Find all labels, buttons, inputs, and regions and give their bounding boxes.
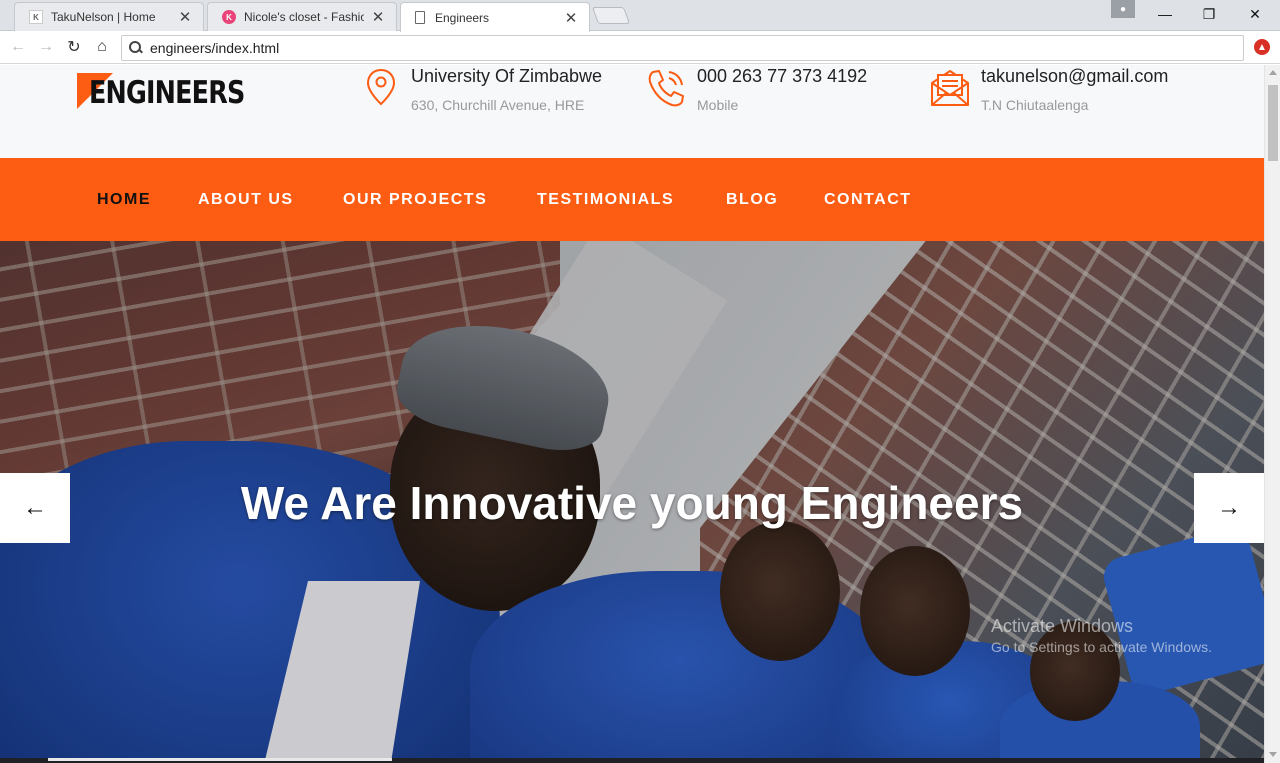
logo-text: ENGINEERS [89, 75, 245, 111]
nav-contact[interactable]: CONTACT [824, 191, 912, 209]
back-icon[interactable]: ← [7, 36, 29, 58]
taskbar-edge [0, 758, 1264, 763]
forward-icon[interactable]: → [35, 36, 57, 58]
slider-prev-button[interactable]: ← [0, 473, 70, 543]
profile-icon[interactable]: ● [1111, 0, 1135, 18]
scrollbar-thumb[interactable] [1268, 85, 1278, 161]
scroll-down-icon[interactable] [1269, 752, 1277, 757]
phone-icon [648, 70, 684, 107]
watermark-line1: Activate Windows [991, 616, 1134, 636]
site-logo[interactable]: ENGINEERS [77, 73, 279, 113]
contact-email: takunelson@gmail.com T.N Chiutaalenga [930, 65, 1220, 158]
contact-address: University Of Zimbabwe 630, Churchill Av… [364, 65, 634, 158]
close-tab-icon[interactable]: ✕ [563, 9, 579, 27]
arrow-left-icon: ← [23, 494, 47, 521]
location-pin-icon [366, 68, 396, 106]
browser-toolbar: ← → ↻ ⌂ engineers/index.html ▲ [0, 31, 1280, 64]
watermark-line2: Go to Settings to activate Windows. [991, 639, 1212, 655]
nav-testimonials[interactable]: TESTIMONIALS [537, 191, 674, 209]
contact-email-sub: T.N Chiutaalenga [981, 97, 1089, 113]
site-favicon-icon: K [29, 10, 43, 24]
contact-phone-sub: Mobile [697, 97, 739, 113]
contact-phone: 000 263 77 373 4192 Mobile [645, 65, 905, 158]
url-text: engineers/index.html [150, 40, 280, 56]
site-favicon-icon: K [222, 10, 236, 24]
hero-caption-post: young Engineers [637, 477, 1024, 529]
minimize-icon[interactable]: — [1142, 0, 1188, 28]
nav-our-projects[interactable]: OUR PROJECTS [343, 191, 487, 209]
close-tab-icon[interactable]: ✕ [370, 8, 386, 26]
hero-caption-pre: We Are [240, 477, 410, 529]
nav-home[interactable]: HOME [97, 191, 151, 209]
reload-icon[interactable]: ↻ [63, 36, 85, 58]
page-icon [415, 11, 425, 24]
extension-icon[interactable]: ▲ [1254, 39, 1270, 55]
hero-caption-bold: Innovative [409, 477, 638, 529]
close-tab-icon[interactable]: ✕ [177, 8, 193, 26]
browser-tab[interactable]: K Nicole's closet - Fashion ✕ [207, 2, 397, 31]
browser-tab-strip: K TakuNelson | Home ✕ K Nicole's closet … [0, 0, 1280, 32]
taskbar-highlight [48, 758, 392, 761]
hero-caption: We Are Innovative young Engineers [0, 476, 1264, 530]
contact-address-main: University Of Zimbabwe [411, 66, 603, 86]
contact-phone-main: 000 263 77 373 4192 [697, 66, 868, 86]
main-navigation: HOME ABOUT US OUR PROJECTS TESTIMONIALS … [0, 158, 1264, 241]
address-bar[interactable]: engineers/index.html [121, 35, 1244, 61]
hero-slider: We Are Innovative young Engineers ← → [0, 241, 1264, 763]
header-topbar: ENGINEERS University Of Zimbabwe 630, Ch… [0, 65, 1264, 158]
browser-tab[interactable]: K TakuNelson | Home ✕ [14, 2, 204, 31]
home-icon[interactable]: ⌂ [91, 36, 113, 58]
contact-address-sub: 630, Churchill Avenue, HRE [411, 97, 585, 113]
slider-next-button[interactable]: → [1194, 473, 1264, 543]
search-icon [128, 40, 144, 56]
scroll-up-icon[interactable] [1269, 70, 1277, 75]
contact-email-main[interactable]: takunelson@gmail.com [981, 66, 1168, 87]
tab-title: Engineers [435, 10, 490, 25]
nav-blog[interactable]: BLOG [726, 191, 778, 209]
web-page: ENGINEERS University Of Zimbabwe 630, Ch… [0, 65, 1264, 763]
windows-activation-watermark: Activate Windows Go to Settings to activ… [991, 616, 1212, 655]
arrow-right-icon: → [1217, 494, 1241, 521]
tab-title: TakuNelson | Home [51, 10, 156, 24]
browser-tab-active[interactable]: Engineers ✕ [400, 2, 590, 32]
maximize-icon[interactable]: ❐ [1186, 0, 1232, 28]
close-window-icon[interactable]: ✕ [1232, 0, 1278, 28]
nav-about-us[interactable]: ABOUT US [198, 191, 294, 209]
envelope-icon [931, 70, 969, 106]
new-tab-button[interactable] [591, 7, 631, 24]
tab-title: Nicole's closet - Fashion [244, 10, 364, 24]
page-scrollbar[interactable] [1264, 65, 1280, 763]
